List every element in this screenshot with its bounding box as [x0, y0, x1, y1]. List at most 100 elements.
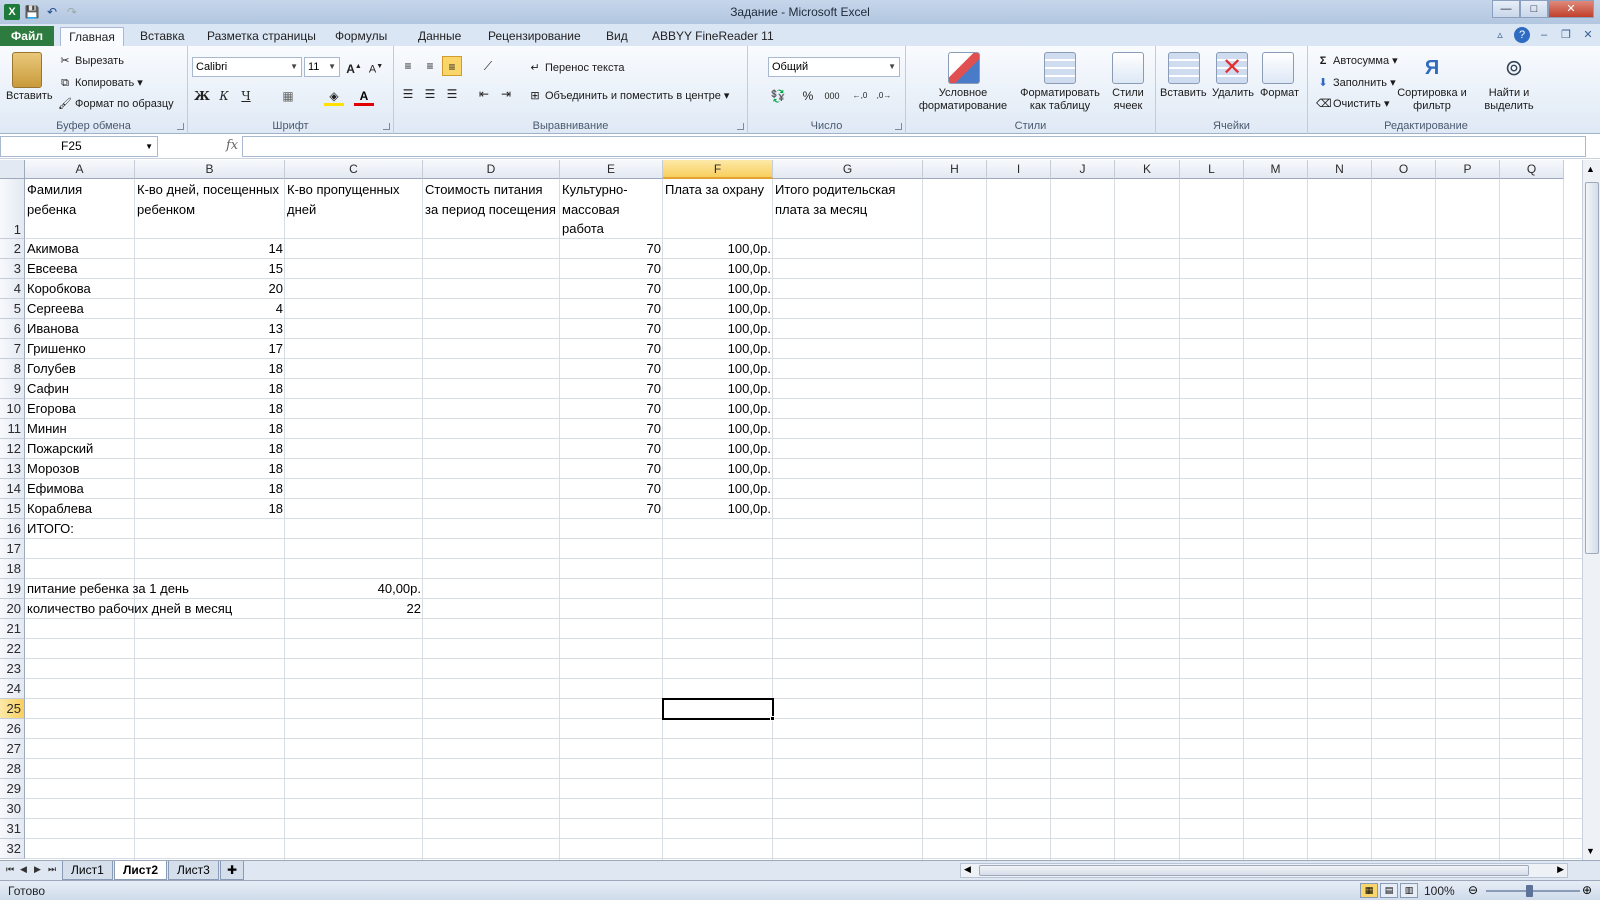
shrink-font-icon[interactable]: A▼ [366, 57, 386, 77]
cell-culture[interactable]: 70 [560, 379, 663, 399]
cell-workdays-value[interactable]: 22 [285, 599, 423, 619]
cell-days[interactable]: 18 [135, 419, 285, 439]
column-header-n[interactable]: N [1308, 160, 1372, 179]
tab-view[interactable]: Вид [602, 27, 632, 46]
header-cell-b[interactable]: К-во дней, посещенных ребенком [135, 179, 285, 239]
tab-abbyy[interactable]: ABBYY FineReader 11 [648, 27, 778, 46]
cell-name[interactable]: Акимова [25, 239, 135, 259]
scroll-right-icon[interactable]: ▶ [1557, 864, 1564, 875]
row-header-8[interactable]: 8 [0, 359, 25, 379]
copy-button[interactable]: ⧉ Копировать ▾ [58, 76, 143, 90]
row-header-15[interactable]: 15 [0, 499, 25, 519]
cell-guard[interactable]: 100,0р. [663, 239, 773, 259]
row-header-27[interactable]: 27 [0, 739, 25, 759]
column-header-a[interactable]: A [25, 160, 135, 179]
vertical-scrollbar[interactable]: ▲ ▼ [1582, 160, 1600, 860]
tab-review[interactable]: Рецензирование [484, 27, 585, 46]
autosum-button[interactable]: Σ Автосумма ▾ [1316, 54, 1398, 68]
name-box[interactable]: F25 ▼ [0, 136, 158, 157]
borders-icon[interactable]: ▦ [278, 86, 298, 106]
header-cell-c[interactable]: К-во пропущенных дней [285, 179, 423, 239]
page-break-view-icon[interactable]: ▥ [1400, 883, 1418, 898]
cell-guard[interactable]: 100,0р. [663, 479, 773, 499]
cell-culture[interactable]: 70 [560, 499, 663, 519]
row-header-7[interactable]: 7 [0, 339, 25, 359]
cell-name[interactable]: Сергеева [25, 299, 135, 319]
cell-culture[interactable]: 70 [560, 419, 663, 439]
last-sheet-icon[interactable]: ⏭ [48, 864, 56, 875]
cell-days[interactable]: 18 [135, 459, 285, 479]
tab-home[interactable]: Главная [60, 27, 124, 46]
row-header-16[interactable]: 16 [0, 519, 25, 539]
cell-days[interactable]: 18 [135, 439, 285, 459]
insert-cells-button[interactable]: Вставить [1160, 87, 1207, 100]
row-header-2[interactable]: 2 [0, 239, 25, 259]
zoom-slider-thumb[interactable] [1526, 885, 1533, 897]
help-icon[interactable]: ? [1514, 27, 1530, 43]
fill-handle[interactable] [770, 716, 775, 721]
cell-guard[interactable]: 100,0р. [663, 359, 773, 379]
format-as-table-button[interactable]: Форматировать как таблицу [1016, 87, 1104, 113]
cell-guard[interactable]: 100,0р. [663, 459, 773, 479]
row-header-18[interactable]: 18 [0, 559, 25, 579]
conditional-format-button[interactable]: Условное форматирование [912, 87, 1014, 113]
row-header-19[interactable]: 19 [0, 579, 25, 599]
align-top-icon[interactable]: ≡ [398, 56, 418, 76]
cell-guard[interactable]: 100,0р. [663, 439, 773, 459]
format-cells-button[interactable]: Формат [1260, 87, 1299, 100]
number-format-select[interactable]: Общий ▼ [768, 57, 900, 77]
zoom-out-icon[interactable]: ⊖ [1468, 883, 1478, 897]
column-header-p[interactable]: P [1436, 160, 1500, 179]
scroll-down-icon[interactable]: ▼ [1586, 846, 1595, 856]
fill-button[interactable]: ⬇ Заполнить ▾ [1316, 76, 1395, 90]
new-sheet-icon[interactable]: ✚ [220, 861, 245, 880]
row-header-23[interactable]: 23 [0, 659, 25, 679]
cell-culture[interactable]: 70 [560, 259, 663, 279]
row-header-29[interactable]: 29 [0, 779, 25, 799]
cell-guard[interactable]: 100,0р. [663, 399, 773, 419]
scroll-left-icon[interactable]: ◀ [964, 864, 971, 875]
column-header-o[interactable]: O [1372, 160, 1436, 179]
cell-culture[interactable]: 70 [560, 239, 663, 259]
alignment-launcher-icon[interactable] [737, 123, 744, 130]
clear-button[interactable]: ⌫Очистить ▾ [1316, 97, 1389, 111]
cell-days[interactable]: 13 [135, 319, 285, 339]
column-header-i[interactable]: I [987, 160, 1051, 179]
cell-days[interactable]: 14 [135, 239, 285, 259]
cell-days[interactable]: 18 [135, 359, 285, 379]
cell-name[interactable]: Гришенко [25, 339, 135, 359]
horizontal-scrollbar[interactable]: ◀ ▶ [960, 863, 1568, 878]
doc-close-icon[interactable]: ✕ [1580, 27, 1596, 43]
collapse-ribbon-icon[interactable]: ▵ [1492, 27, 1508, 43]
cell-name[interactable]: Евсеева [25, 259, 135, 279]
tab-insert[interactable]: Вставка [136, 27, 189, 46]
select-all-corner[interactable] [0, 160, 25, 179]
next-sheet-icon[interactable]: ▶ [34, 864, 41, 875]
percent-button[interactable]: % [798, 86, 818, 106]
minimize-button[interactable]: — [1492, 0, 1520, 18]
cell-guard[interactable]: 100,0р. [663, 319, 773, 339]
italic-button[interactable]: К [214, 86, 234, 106]
cell-name[interactable]: Коробкова [25, 279, 135, 299]
align-left-icon[interactable]: ☰ [398, 84, 418, 104]
cell-culture[interactable]: 70 [560, 439, 663, 459]
doc-minimize-icon[interactable]: – [1536, 27, 1552, 43]
column-header-k[interactable]: K [1115, 160, 1180, 179]
align-center-icon[interactable]: ☰ [420, 84, 440, 104]
column-header-j[interactable]: J [1051, 160, 1115, 179]
increase-indent-icon[interactable]: ⇥ [496, 84, 516, 104]
selected-cell-outline[interactable] [662, 698, 774, 720]
cell-name[interactable]: Сафин [25, 379, 135, 399]
cut-button[interactable]: ✂ Вырезать [58, 54, 124, 68]
sheet-tab-1[interactable]: Лист1 [62, 861, 113, 880]
align-right-icon[interactable]: ☰ [442, 84, 462, 104]
row-header-25[interactable]: 25 [0, 699, 25, 719]
row-header-32[interactable]: 32 [0, 839, 25, 859]
normal-view-icon[interactable]: ▦ [1360, 883, 1378, 898]
delete-cells-button[interactable]: Удалить [1212, 87, 1254, 100]
currency-icon[interactable]: 💱 [768, 86, 788, 106]
cell-culture[interactable]: 70 [560, 319, 663, 339]
paste-button[interactable]: Вставить [6, 90, 53, 103]
column-header-e[interactable]: E [560, 160, 663, 179]
column-header-h[interactable]: H [923, 160, 987, 179]
